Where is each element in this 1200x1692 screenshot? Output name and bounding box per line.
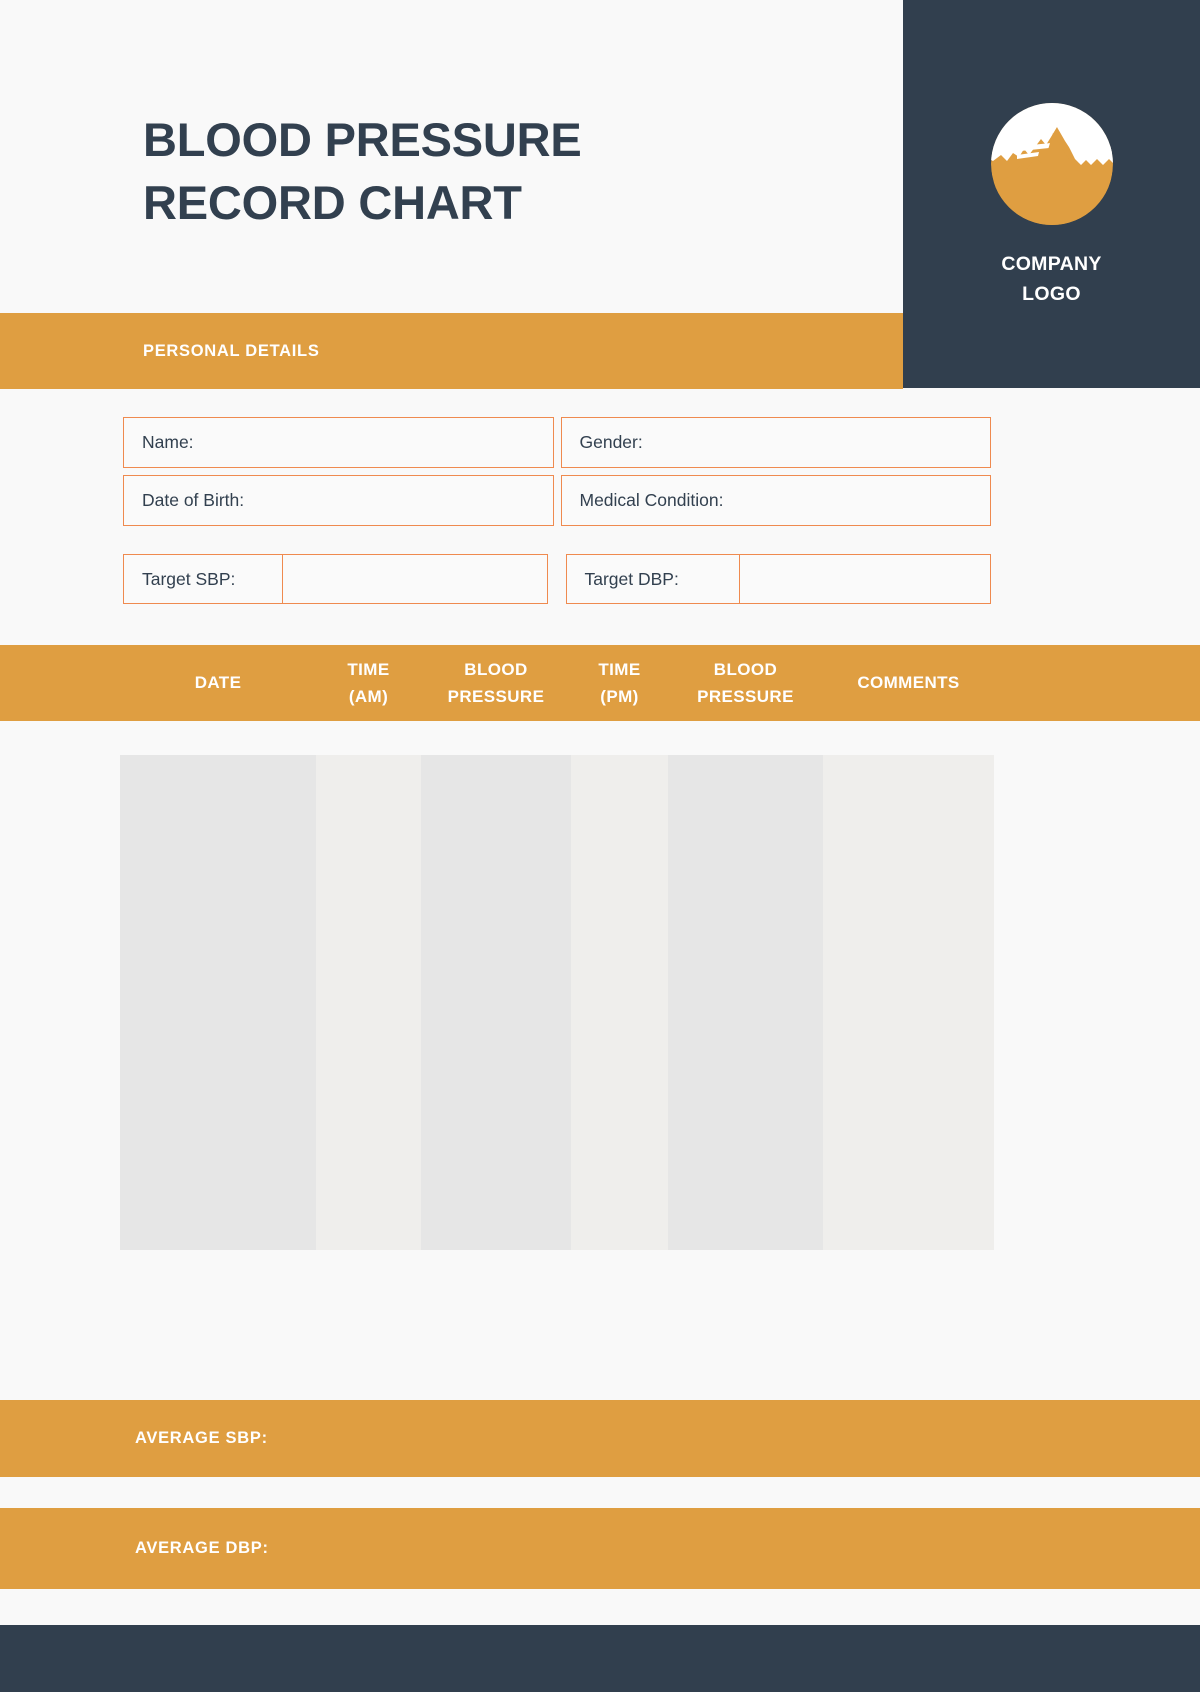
medical-condition-field-label: Medical Condition: [579, 490, 724, 510]
gender-field-label: Gender: [579, 432, 643, 452]
name-field[interactable]: Name: [123, 417, 554, 468]
column-header-date-line-1: DATE [194, 673, 242, 693]
personal-details-form: Name: Gender: Date of Birth: Medical Con… [123, 417, 991, 604]
target-dbp-label: Target DBP: [584, 568, 679, 589]
column-header-blood-pressure-pm-line-1: BLOOD [713, 659, 778, 679]
table-column-date[interactable] [120, 755, 316, 1250]
column-header-comments-line-1: COMMENTS [857, 673, 960, 693]
target-sbp-label-cell: Target SBP: [123, 554, 283, 604]
blood-pressure-record-chart-page: BLOOD PRESSURE RECORD CHART COMPANY LOGO… [0, 0, 1200, 1692]
form-row-name-gender: Name: Gender: [123, 417, 991, 468]
average-dbp-row[interactable]: AVERAGE DBP: [0, 1508, 1200, 1589]
column-header-time-pm-line-2: (PM) [600, 687, 639, 706]
target-sbp-input[interactable] [283, 554, 548, 604]
target-dbp-label-cell: Target DBP: [565, 554, 741, 604]
logo-caption: COMPANY LOGO [1001, 249, 1101, 309]
page-title-line-2: RECORD CHART [143, 176, 522, 230]
page-title: BLOOD PRESSURE RECORD CHART [143, 108, 843, 235]
page-title-line-1: BLOOD PRESSURE [143, 113, 582, 166]
column-header-time-pm-line-1: TIME [598, 659, 641, 679]
logo-panel: COMPANY LOGO [903, 0, 1200, 388]
personal-details-section-header: PERSONAL DETAILS [0, 313, 903, 389]
average-sbp-label: AVERAGE SBP: [135, 1429, 268, 1447]
form-row-target-bp: Target SBP: Target DBP: [123, 554, 991, 604]
gender-field[interactable]: Gender: [560, 417, 991, 468]
column-header-blood-pressure-am-line-2: PRESSURE [447, 687, 545, 706]
table-column-time-pm[interactable] [571, 755, 668, 1250]
column-header-time-pm: TIME (PM) [571, 645, 668, 721]
table-column-blood-pressure-am[interactable] [421, 755, 571, 1250]
column-header-time-am-line-2: (AM) [348, 687, 389, 706]
table-column-blood-pressure-pm[interactable] [668, 755, 823, 1250]
record-table-body [120, 755, 994, 1250]
name-field-label: Name: [142, 432, 194, 452]
table-column-time-am[interactable] [316, 755, 421, 1250]
record-table-header-row: DATE TIME (AM) BLOOD PRESSURE TIME (PM) [120, 645, 994, 721]
form-row-dob-condition: Date of Birth: Medical Condition: [123, 475, 991, 526]
medical-condition-field[interactable]: Medical Condition: [560, 475, 991, 526]
column-header-time-am-line-1: TIME [347, 659, 390, 679]
average-dbp-label: AVERAGE DBP: [135, 1539, 269, 1557]
personal-details-label: PERSONAL DETAILS [143, 341, 320, 360]
mountain-circle-logo-icon [990, 103, 1113, 225]
record-table-header: DATE TIME (AM) BLOOD PRESSURE TIME (PM) [0, 645, 1200, 721]
column-header-date: DATE [120, 645, 316, 721]
column-header-comments: COMMENTS [823, 645, 994, 721]
column-header-blood-pressure-am-line-1: BLOOD [464, 659, 528, 679]
column-header-blood-pressure-am: BLOOD PRESSURE [421, 645, 571, 721]
date-of-birth-field[interactable]: Date of Birth: [123, 475, 554, 526]
table-column-comments[interactable] [823, 755, 994, 1250]
logo-caption-line-2: LOGO [1022, 283, 1081, 306]
form-spacer [548, 554, 566, 604]
column-header-time-am: TIME (AM) [316, 645, 421, 721]
target-sbp-label: Target SBP: [142, 568, 236, 589]
target-dbp-input[interactable] [740, 554, 991, 604]
average-sbp-row[interactable]: AVERAGE SBP: [0, 1400, 1200, 1477]
column-header-blood-pressure-pm: BLOOD PRESSURE [668, 645, 823, 721]
date-of-birth-field-label: Date of Birth: [142, 490, 245, 510]
logo-caption-line-1: COMPANY [1001, 253, 1102, 275]
column-header-blood-pressure-pm-line-2: PRESSURE [697, 687, 794, 706]
footer-bar [0, 1625, 1200, 1692]
